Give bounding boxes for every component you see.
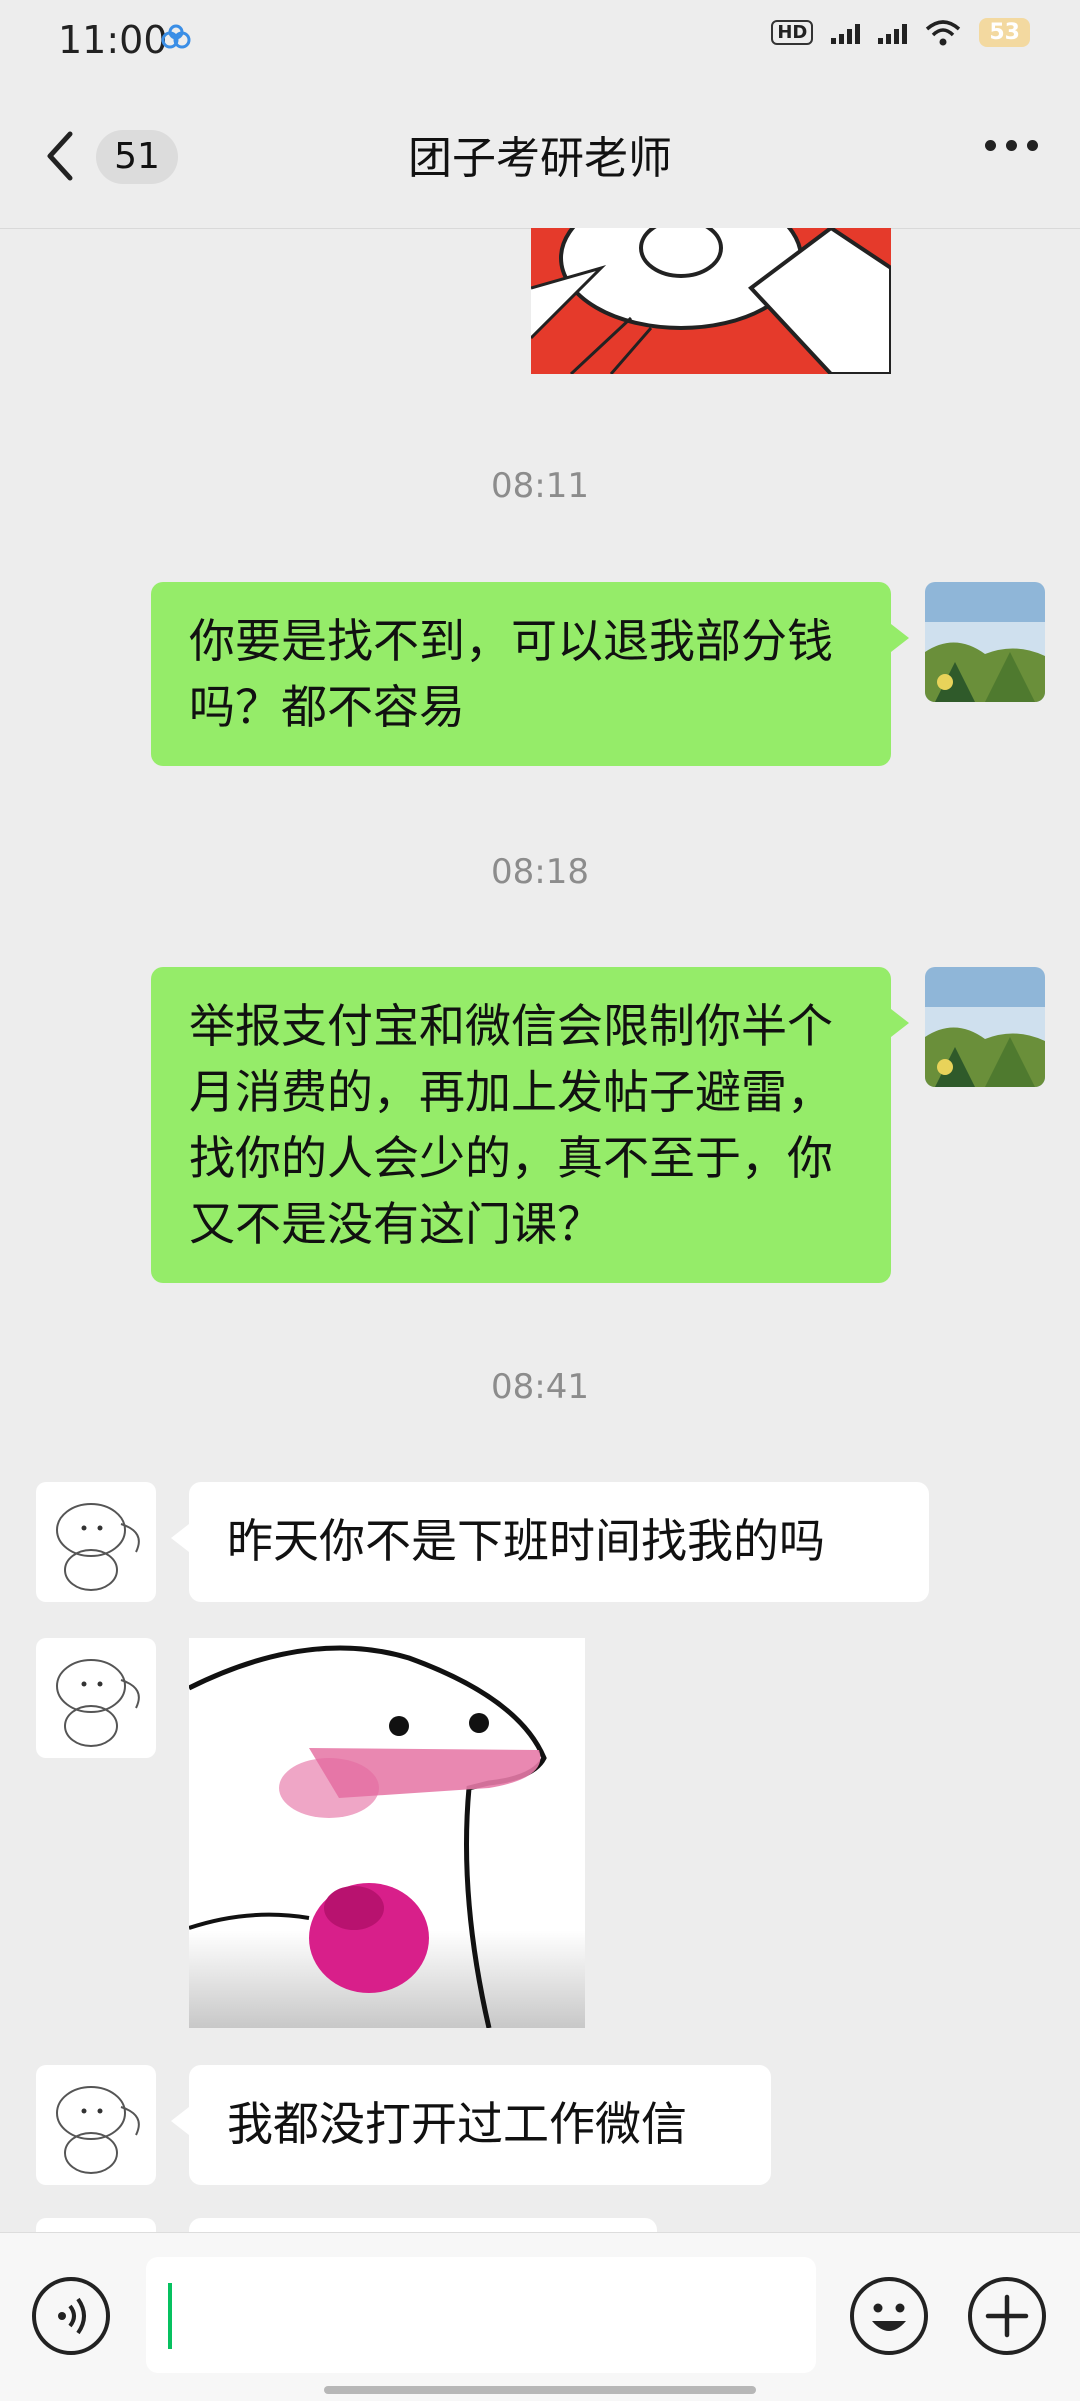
- timestamp: 08:18: [491, 852, 589, 892]
- voice-icon: [58, 2297, 86, 2335]
- bubble-tail: [171, 2107, 189, 2135]
- contact-avatar[interactable]: [36, 1638, 156, 1758]
- signal-5g-icon: [831, 22, 861, 44]
- dog-sketch-avatar-icon: [56, 2086, 140, 2174]
- timestamp: 08:41: [491, 1367, 589, 1407]
- landscape-avatar-icon: [925, 582, 1045, 702]
- my-avatar[interactable]: [925, 582, 1045, 702]
- dog-sketch-avatar-icon: [56, 1503, 140, 1591]
- landscape-avatar-icon: [925, 967, 1045, 1087]
- wifi-icon: [926, 19, 961, 45]
- sticker-image[interactable]: [189, 1638, 585, 2028]
- chat-header: 51 团子考研老师: [0, 82, 1080, 229]
- emoji-icon: [872, 2303, 906, 2331]
- my-avatar[interactable]: [925, 967, 1045, 1087]
- signal-5g-2-icon: [878, 22, 908, 44]
- hd-icon: HD: [771, 20, 814, 45]
- home-indicator[interactable]: [324, 2386, 756, 2394]
- status-icons: HD 53: [771, 18, 1030, 47]
- message-bubble-outgoing[interactable]: 举报支付宝和微信会限制你半个月消费的，再加上发帖子避雷，找你的人会少的，真不至于…: [151, 967, 891, 1283]
- chat-title: 团子考研老师: [408, 133, 672, 184]
- message-input[interactable]: [146, 2257, 816, 2373]
- contact-avatar[interactable]: [36, 2065, 156, 2185]
- bubble-tail: [891, 1009, 909, 1037]
- battery-icon: 53: [979, 18, 1030, 47]
- status-bar: 11:00 HD 53: [0, 0, 1080, 82]
- input-bar: [0, 2232, 1080, 2401]
- more-options-icon[interactable]: [985, 140, 1038, 151]
- sticker-image-partial[interactable]: [531, 228, 891, 374]
- message-bubble-outgoing[interactable]: 你要是找不到，可以退我部分钱吗？都不容易: [151, 582, 891, 766]
- bubble-tail: [171, 1524, 189, 1552]
- plus-icon: [985, 2294, 1029, 2338]
- bubble-tail: [891, 624, 909, 652]
- message-bubble-incoming[interactable]: 昨天你不是下班时间找我的吗: [189, 1482, 929, 1602]
- dog-sketch-avatar-icon: [56, 1659, 140, 1747]
- emoji-button[interactable]: [850, 2277, 928, 2355]
- message-bubble-partial: [189, 2218, 657, 2232]
- contact-avatar-partial: [36, 2218, 156, 2232]
- more-functions-button[interactable]: [968, 2277, 1046, 2355]
- voice-button[interactable]: [32, 2277, 110, 2355]
- contact-avatar[interactable]: [36, 1482, 156, 1602]
- text-cursor: [168, 2283, 172, 2349]
- status-time: 11:00: [58, 18, 168, 62]
- timestamp: 08:11: [491, 466, 589, 506]
- cloud-icon: [161, 24, 191, 49]
- message-bubble-incoming[interactable]: 我都没打开过工作微信: [189, 2065, 771, 2185]
